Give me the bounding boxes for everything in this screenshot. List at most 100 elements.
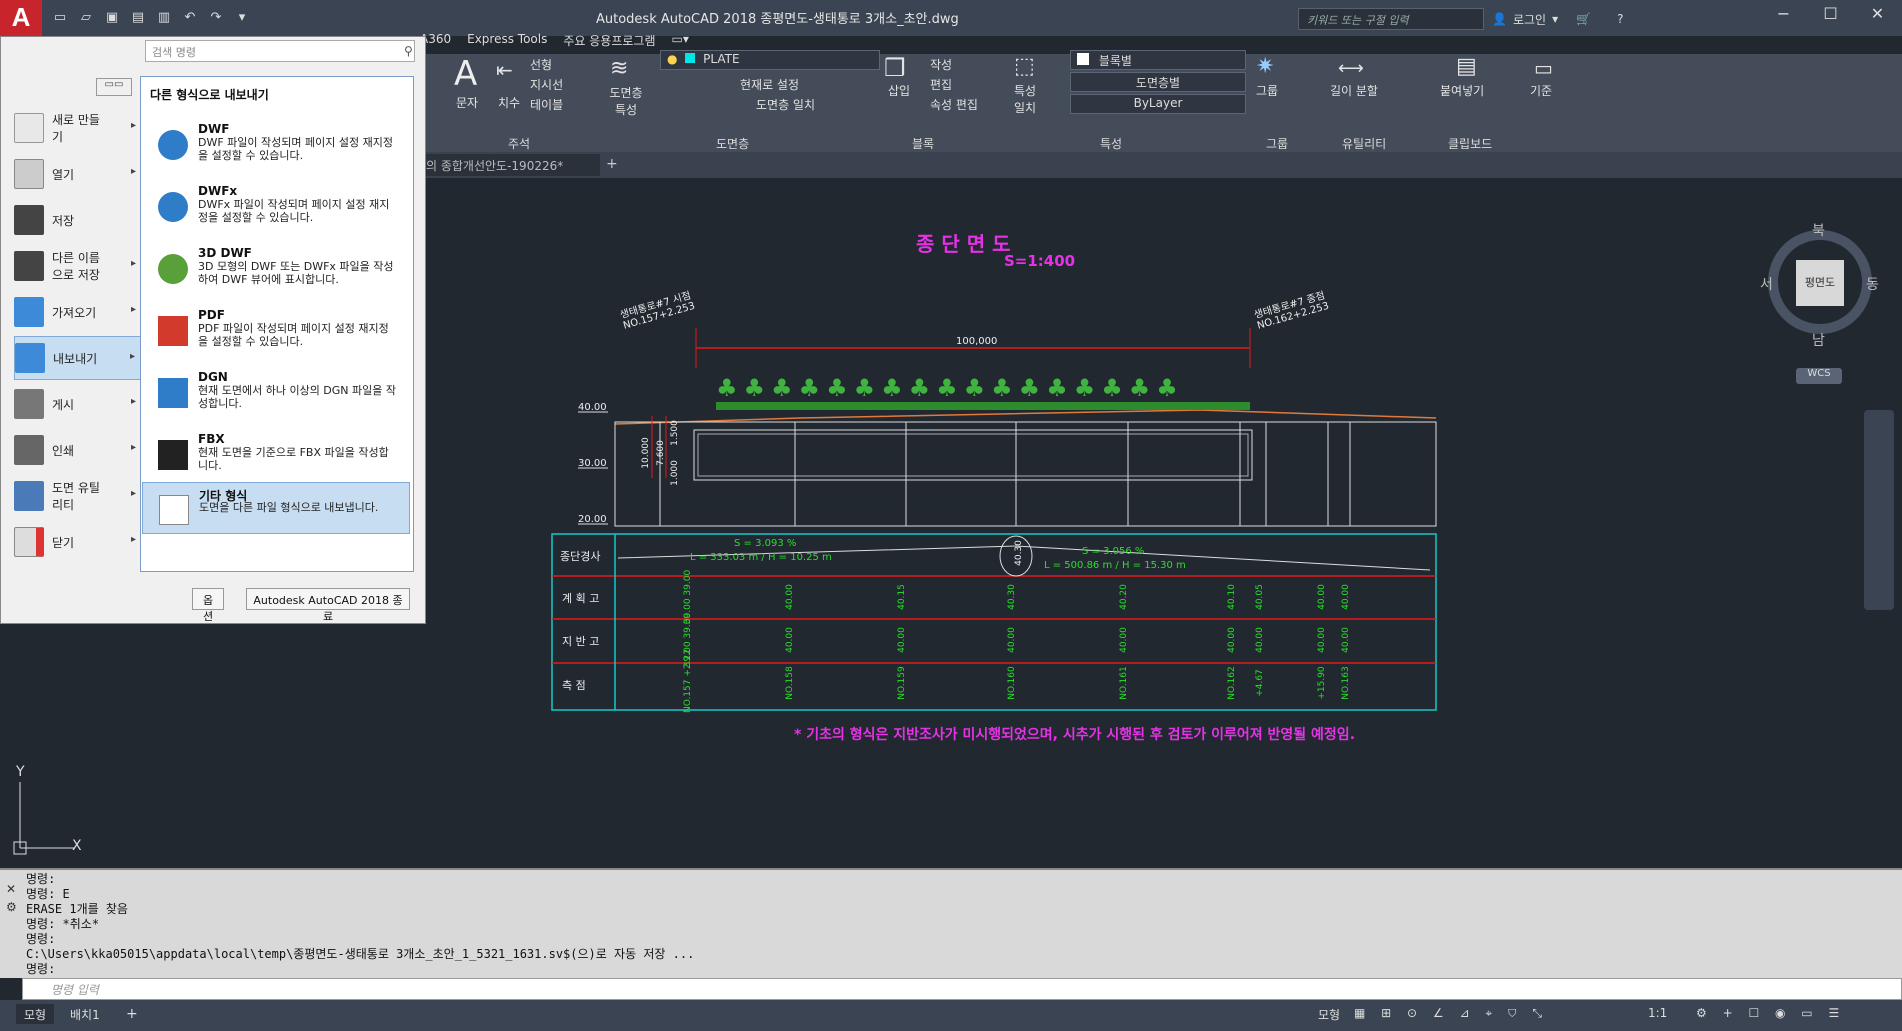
groups-group-label[interactable]: 그룹 xyxy=(1266,135,1288,152)
menu-item-print[interactable]: 인쇄 ▸ xyxy=(14,428,142,472)
tab-express-tools[interactable]: Express Tools xyxy=(467,32,547,52)
group-icon[interactable]: ✷ xyxy=(1256,54,1274,79)
export-fbx[interactable]: FBX 현재 도면을 기준으로 FBX 파일을 작성합니다. xyxy=(142,428,410,484)
dimension-icon[interactable]: ⇤ xyxy=(496,58,513,82)
keyword-search-input[interactable]: 키워드 또는 구절 입력 xyxy=(1298,8,1484,30)
viewcube-face-top[interactable]: 평면도 xyxy=(1796,260,1844,306)
menu-item-open[interactable]: 열기 ▸ xyxy=(14,152,142,196)
clipboard-group-label[interactable]: 클립보드 xyxy=(1448,135,1492,152)
menu-item-save[interactable]: 저장 xyxy=(14,198,142,242)
tab-layout1[interactable]: 배치1 xyxy=(62,1004,108,1024)
menu-item-save-as[interactable]: 다른 이름으로 저장 ▸ xyxy=(14,244,142,288)
lineweight-dropdown[interactable]: ByLayer xyxy=(1070,94,1246,114)
export-dwfx[interactable]: DWFx DWFx 파일이 작성되며 페이지 설정 재지정을 설정할 수 있습니다… xyxy=(142,180,410,236)
compass-south[interactable]: 남 xyxy=(1812,330,1825,350)
tab-model[interactable]: 모형 xyxy=(16,1004,55,1024)
model-space-button[interactable]: 모형 xyxy=(1310,1004,1348,1024)
command-settings-icon[interactable]: ⚙ xyxy=(6,900,17,914)
layer-properties-label[interactable]: 도면층 특성 xyxy=(606,84,646,118)
login-button[interactable]: 👤 로그인 ▾ 🛒 ? xyxy=(1492,8,1632,30)
block-group-label[interactable]: 블록 xyxy=(912,135,934,152)
minimize-icon[interactable]: − xyxy=(1760,0,1807,30)
measure-label[interactable]: 길이 분할 xyxy=(1330,82,1378,99)
wrench-icon xyxy=(14,481,44,511)
insert-block-icon[interactable]: ❒ xyxy=(884,54,906,82)
quick-access-toolbar: ▭ ▱ ▣ ▤ ▥ ↶ ↷ ▾ xyxy=(50,6,252,30)
command-close-icon[interactable]: ✕ xyxy=(6,882,16,896)
layer-match-button[interactable]: 도면층 일치 xyxy=(756,96,815,113)
export-other-formats[interactable]: 기타 형식 도면을 다른 파일 형식으로 내보냅니다. xyxy=(142,482,410,534)
slope1-s: S = 3.093 % xyxy=(734,538,797,549)
viewcube[interactable]: 평면도 북 남 동 서 xyxy=(1760,220,1880,350)
tab-featured-apps[interactable]: 주요 응용프로그램 xyxy=(563,32,655,52)
close-icon[interactable]: ✕ xyxy=(1854,0,1901,30)
help-icon[interactable]: ? xyxy=(1617,12,1623,26)
menu-item-new[interactable]: 새로 만들기 ▸ xyxy=(14,106,142,150)
cart-icon[interactable]: 🛒 xyxy=(1576,12,1591,26)
status-tool-icons[interactable]: ▦ ⊞ ⊙ ∠ ⊿ ⌖ ⛉ ⤡ xyxy=(1346,1004,1556,1024)
match-properties-label[interactable]: 특성 일치 xyxy=(1014,82,1050,116)
edit-block-button[interactable]: 편집 xyxy=(930,76,952,93)
culvert-inner xyxy=(697,433,1249,477)
compass-west[interactable]: 서 xyxy=(1760,274,1773,294)
color-dropdown[interactable]: 블록별 xyxy=(1070,50,1246,70)
tab-overflow-icon[interactable]: ▭▾ xyxy=(672,32,689,52)
navigation-bar[interactable] xyxy=(1864,410,1894,610)
layer-properties-icon[interactable]: ≋ xyxy=(610,56,628,81)
compass-east[interactable]: 동 xyxy=(1866,274,1879,294)
wcs-menu[interactable]: WCS xyxy=(1796,368,1842,384)
text-tool-label[interactable]: 문자 xyxy=(456,94,478,111)
undo-icon[interactable]: ↶ xyxy=(180,8,200,28)
new-file-icon[interactable]: ▭ xyxy=(50,8,70,28)
command-input[interactable]: 명령 입력 xyxy=(22,978,1902,1000)
menu-item-export[interactable]: 내보내기 ▸ xyxy=(14,336,142,380)
linetype-dropdown[interactable]: 도면층별 xyxy=(1070,72,1246,92)
maximize-icon[interactable]: ☐ xyxy=(1807,0,1854,30)
utilities-group-label[interactable]: 유틸리티 xyxy=(1342,135,1386,152)
layer-dropdown[interactable]: ● PLATE xyxy=(660,50,880,70)
text-tool-icon[interactable]: A xyxy=(454,54,477,94)
base-view-label[interactable]: 기준 xyxy=(1530,82,1552,99)
application-menu-button[interactable]: A xyxy=(0,0,42,36)
insert-block-label[interactable]: 삽입 xyxy=(888,82,910,99)
export-3d-dwf[interactable]: 3D DWF 3D 모형의 DWF 또는 DWFx 파일을 작성하여 DWF 뷰어… xyxy=(142,242,410,298)
menu-item-drawing-utilities[interactable]: 도면 유틸리티 ▸ xyxy=(14,474,142,518)
match-properties-icon[interactable]: ⬚ xyxy=(1014,54,1035,79)
print-icon[interactable]: ▥ xyxy=(154,8,174,28)
export-dwf[interactable]: DWF DWF 파일이 작성되며 페이지 설정 재지정을 설정할 수 있습니다. xyxy=(142,118,410,174)
redo-icon[interactable]: ↷ xyxy=(206,8,226,28)
compass-north[interactable]: 북 xyxy=(1812,220,1825,240)
exit-autocad-button[interactable]: Autodesk AutoCAD 2018 종료 xyxy=(246,588,410,623)
add-layout-plus-icon[interactable]: + xyxy=(118,1004,146,1024)
menu-item-close[interactable]: 닫기 ▸ xyxy=(14,520,142,564)
paste-label[interactable]: 붙여넣기 xyxy=(1440,82,1484,99)
group-button-label[interactable]: 그룹 xyxy=(1256,82,1278,99)
dimension-label[interactable]: 치수 xyxy=(498,94,520,111)
leader-button[interactable]: 지시선 xyxy=(530,76,563,93)
layers-group-label[interactable]: 도면층 xyxy=(716,135,749,152)
export-pdf[interactable]: PDF PDF 파일이 작성되며 페이지 설정 재지정을 설정할 수 있습니다. xyxy=(142,304,410,360)
attribute-edit-button[interactable]: 속성 편집 xyxy=(930,96,978,113)
annotation-scale[interactable]: 1:1 xyxy=(1640,1004,1675,1024)
new-tab-plus-icon[interactable]: + xyxy=(606,156,618,172)
measure-icon[interactable]: ⟷ xyxy=(1338,58,1364,79)
save-as-icon[interactable]: ▤ xyxy=(128,8,148,28)
menu-item-publish[interactable]: 게시 ▸ xyxy=(14,382,142,426)
annotation-group-label[interactable]: 주석 xyxy=(508,135,530,152)
save-icon[interactable]: ▣ xyxy=(102,8,122,28)
create-block-button[interactable]: 작성 xyxy=(930,56,952,73)
paste-icon[interactable]: ▤ xyxy=(1456,54,1477,79)
base-view-icon[interactable]: ▭ xyxy=(1534,56,1553,80)
table-button[interactable]: 테이블 xyxy=(530,96,563,113)
linear-dim-button[interactable]: 선형 xyxy=(530,56,552,73)
make-current-button[interactable]: 현재로 설정 xyxy=(740,76,799,93)
open-file-icon[interactable]: ▱ xyxy=(76,8,96,28)
export-dgn[interactable]: DGN 현재 도면에서 하나 이상의 DGN 파일을 작성합니다. xyxy=(142,366,410,422)
options-button[interactable]: 옵션 xyxy=(192,588,224,623)
status-right-icons[interactable]: ⚙ + ☐ ◉ ▭ ☰ xyxy=(1688,1004,1853,1024)
document-tab[interactable]: 의 종합개선안도-190226* xyxy=(420,154,600,176)
properties-group-label[interactable]: 특성 xyxy=(1100,135,1122,152)
menu-item-import[interactable]: 가져오기 ▸ xyxy=(14,290,142,334)
menu-search-input[interactable]: 검색 명령 xyxy=(145,40,415,62)
qat-dropdown-icon[interactable]: ▾ xyxy=(232,8,252,28)
